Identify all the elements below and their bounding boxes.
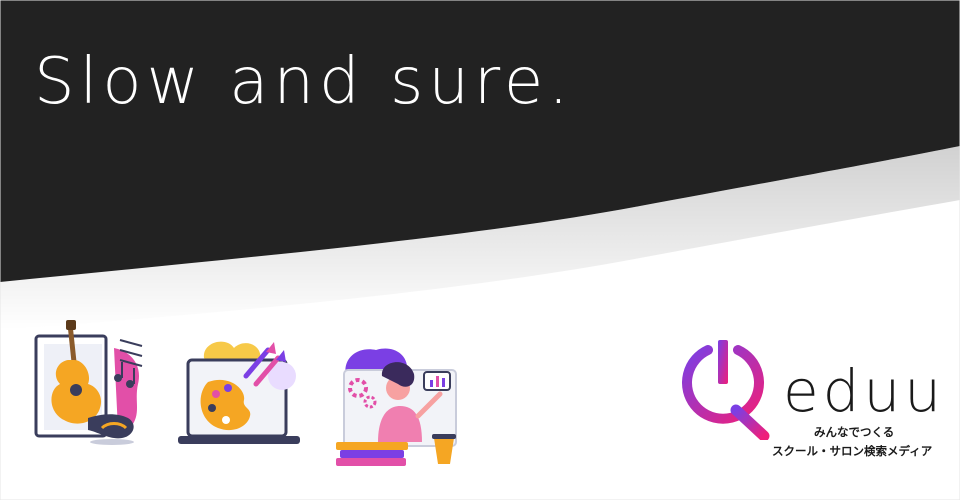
eduu-logo-mark-icon: [682, 340, 770, 440]
headline: Slow and sure.: [34, 45, 574, 119]
guitar-music-icon: [34, 320, 143, 445]
brand-tagline-1: みんなでつくる: [814, 425, 895, 439]
brand-logo: eduu みんなでつくる スクール・サロン検索メディア: [680, 336, 942, 466]
brand-tagline-2: スクール・サロン検索メディア: [772, 444, 933, 458]
banner: Slow and sure. eduu みんなでつくる スクール・サロン検索メデ…: [0, 0, 960, 500]
brand-name: eduu: [783, 357, 946, 425]
online-lesson-icon: [336, 348, 457, 466]
art-palette-icon: [178, 341, 300, 444]
